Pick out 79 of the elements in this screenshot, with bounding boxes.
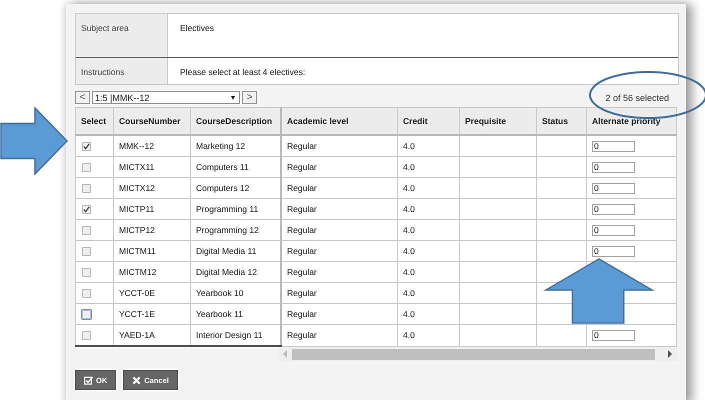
table-cell: Digital Media 11	[190, 240, 281, 262]
field-value: Electives	[179, 22, 214, 35]
table-cell: Programming 11	[190, 198, 281, 220]
column-header: CourseDescription	[190, 108, 281, 135]
table-cell: Regular	[281, 178, 398, 198]
priority-field[interactable]: 0	[592, 182, 635, 194]
table-cell: Interior Design 11	[190, 324, 281, 346]
table-cell: YAED-1A	[114, 324, 190, 346]
table-cell: Digital Media 12	[190, 262, 281, 282]
row-checkbox[interactable]	[82, 330, 91, 340]
table-cell: MICTM11	[114, 240, 190, 262]
table-cell: Regular	[281, 240, 398, 262]
table-cell: Yearbook 11	[190, 304, 281, 324]
table-cell: Regular	[281, 324, 398, 346]
table-cell: 4.0	[398, 135, 460, 156]
table-cell: MICTP11	[114, 198, 190, 220]
table-cell: Computers 11	[190, 156, 281, 178]
table-cell: Regular	[281, 156, 398, 178]
table-cell: MICTX11	[114, 156, 190, 178]
field-label: Instructions	[76, 58, 168, 84]
table-cell: Regular	[281, 262, 398, 282]
table-cell: Yearbook 10	[190, 282, 281, 304]
caret-icon	[231, 96, 235, 100]
checkbox-icon	[84, 376, 93, 384]
row-checkbox[interactable]	[82, 246, 91, 256]
column-header: CourseNumber	[114, 108, 190, 135]
table-cell: 4.0	[398, 220, 460, 240]
table-cell: MICTX12	[114, 178, 190, 198]
previous-button[interactable]: <	[75, 91, 90, 104]
table-cell: 4.0	[398, 156, 460, 178]
priority-field[interactable]: 0	[592, 204, 635, 215]
table-cell: 4.0	[398, 282, 460, 304]
column-header: Academic level	[281, 108, 398, 135]
table-cell: 4.0	[398, 198, 460, 220]
priority-field[interactable]: 0	[592, 246, 635, 257]
right-arrow-icon	[0, 107, 68, 175]
table-cell: YCCT-0E	[114, 282, 190, 304]
table-cell: MICTM12	[114, 262, 190, 282]
table-cell: Regular	[281, 135, 398, 156]
scroll-right-icon[interactable]	[667, 350, 673, 358]
table-cell: 4.0	[398, 240, 460, 262]
table-cell: Marketing 12	[190, 135, 281, 156]
table-cell: Programming 12	[190, 220, 281, 240]
scroll-left-icon[interactable]	[282, 350, 288, 358]
priority-field[interactable]: 0	[592, 224, 635, 236]
table-cell: 4.0	[398, 304, 460, 324]
column-header: Credit	[398, 108, 460, 135]
row-checkbox[interactable]	[82, 162, 91, 172]
row-checkbox[interactable]	[82, 184, 91, 193]
row-checkbox[interactable]	[82, 288, 91, 298]
column-header: Prequisite	[460, 108, 536, 135]
table-cell: Computers 12	[190, 178, 281, 198]
priority-field[interactable]: 0	[592, 330, 635, 341]
close-icon	[132, 376, 142, 384]
field-label: Subject area	[76, 14, 168, 57]
next-button[interactable]: >	[242, 91, 257, 104]
table-cell: 4.0	[398, 262, 460, 282]
table-cell: 4.0	[398, 178, 460, 198]
row-checkbox[interactable]	[82, 142, 91, 151]
horizontal-scrollbar[interactable]	[278, 347, 677, 361]
field-value: Please select at least 4 electives:	[179, 66, 306, 79]
table-cell: Regular	[281, 304, 398, 324]
table-cell: YCCT-1E	[114, 304, 190, 324]
priority-field[interactable]: 0	[592, 140, 635, 152]
table-cell: Regular	[281, 220, 398, 240]
column-header: Select	[76, 108, 114, 135]
table-cell: MICTP12	[114, 220, 190, 240]
table-cell: Regular	[281, 198, 398, 220]
course-dropdown[interactable]: 1:5 |MMK--12	[92, 91, 240, 104]
table-cell: Regular	[281, 282, 398, 304]
selection-count: 2 of 56 selected	[605, 92, 669, 102]
column-header: Status	[536, 108, 586, 135]
table-cell: 4.0	[398, 324, 460, 346]
row-checkbox[interactable]	[82, 226, 91, 235]
table-cell: MMK--12	[114, 135, 190, 156]
row-checkbox[interactable]	[82, 204, 91, 214]
column-header: Alternate priority	[586, 108, 676, 135]
row-checkbox[interactable]	[82, 268, 91, 277]
priority-field[interactable]: 0	[592, 162, 635, 173]
